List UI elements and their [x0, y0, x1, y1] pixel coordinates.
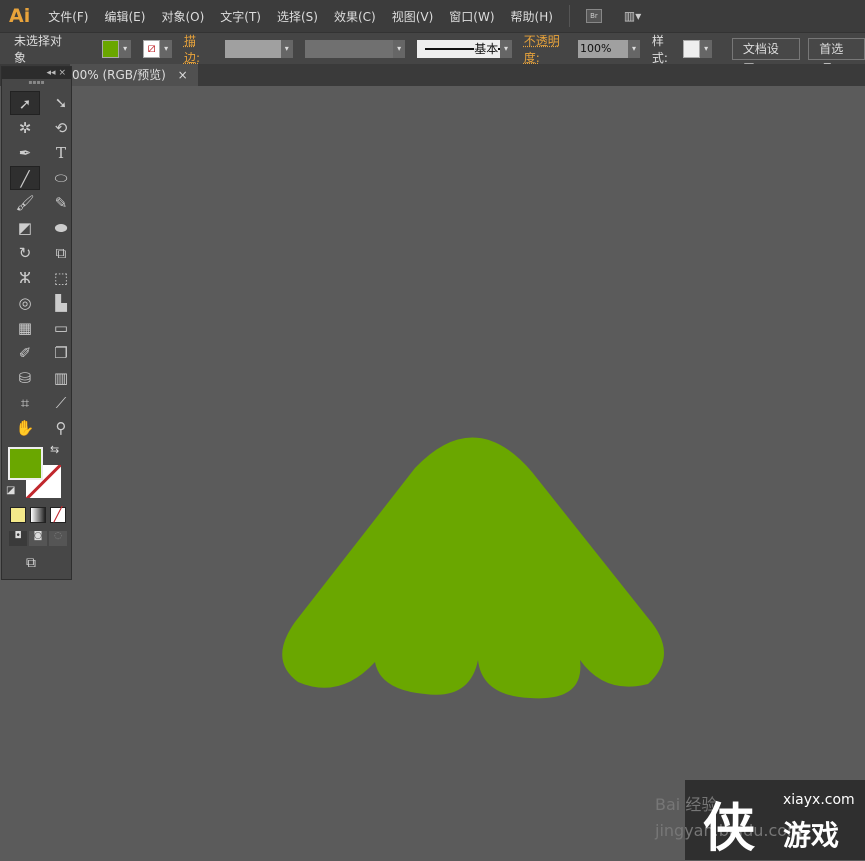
- perspective-grid-tool-icon[interactable]: ▙: [46, 291, 76, 315]
- pen-tool-icon[interactable]: ✒: [10, 141, 40, 165]
- column-graph-tool-icon[interactable]: ▥: [46, 366, 76, 390]
- slice-tool-icon[interactable]: ⟋: [46, 391, 76, 415]
- scale-tool-icon[interactable]: ⧉: [46, 241, 76, 265]
- ellipse-tool-icon[interactable]: ⬭: [46, 166, 76, 190]
- hand-tool-icon[interactable]: ✋: [10, 416, 40, 440]
- blend-tool-icon[interactable]: ❐: [46, 341, 76, 365]
- free-transform-tool-icon[interactable]: ⬚: [46, 266, 76, 290]
- menu-bar: Ai 文件(F) 编辑(E) 对象(O) 文字(T) 选择(S) 效果(C) 视…: [0, 0, 865, 32]
- draw-inside-icon[interactable]: ◌: [49, 531, 67, 546]
- workspace-layout-icon[interactable]: ▥▾: [624, 9, 641, 23]
- paintbrush-tool-icon[interactable]: 🖌: [10, 191, 40, 215]
- draw-normal-icon[interactable]: ◘: [9, 531, 27, 546]
- warp-tool-icon[interactable]: ⵣ: [10, 266, 40, 290]
- symbol-sprayer-tool-icon[interactable]: ⛁: [10, 366, 40, 390]
- close-panel-icon[interactable]: ×: [58, 68, 66, 78]
- artboard-tool-icon[interactable]: ⌗: [10, 391, 40, 415]
- divider: [568, 5, 570, 27]
- menu-window[interactable]: 窗口(W): [449, 8, 494, 25]
- style-swatch[interactable]: [682, 39, 701, 58]
- default-colors-icon[interactable]: ◪: [6, 485, 15, 496]
- color-mode-button[interactable]: [10, 507, 26, 523]
- selection-tool-icon[interactable]: ➚: [10, 91, 40, 115]
- app-logo: Ai: [9, 5, 31, 27]
- blob-brush-tool-icon[interactable]: ◩: [10, 216, 40, 240]
- stroke-swatch[interactable]: ⧄: [142, 39, 161, 58]
- gradient-mode-button[interactable]: [30, 507, 46, 523]
- style-dropdown[interactable]: ▾: [700, 39, 712, 58]
- direct-selection-tool-icon[interactable]: ➘: [46, 91, 76, 115]
- document-setup-button[interactable]: 文档设置: [731, 37, 801, 76]
- stroke-weight-dropdown[interactable]: ▾: [280, 39, 293, 58]
- document-tab-bar: 00% (RGB/预览) ×: [0, 64, 865, 86]
- rotate-tool-icon[interactable]: ↻: [10, 241, 40, 265]
- bridge-button[interactable]: Br: [585, 9, 602, 23]
- draw-behind-icon[interactable]: ◙: [29, 531, 47, 546]
- tools-panel-header[interactable]: ◂◂ ×: [2, 67, 71, 79]
- close-tab-icon[interactable]: ×: [178, 68, 188, 82]
- opacity-input[interactable]: 100%: [578, 39, 629, 58]
- lasso-tool-icon[interactable]: ⟲: [46, 116, 76, 140]
- line-tool-icon[interactable]: ╱: [10, 166, 40, 190]
- variable-width-select[interactable]: [304, 39, 394, 58]
- document-tab-title: 00% (RGB/预览): [72, 68, 166, 82]
- screen-mode-icon[interactable]: ⧉: [26, 555, 36, 571]
- opacity-label[interactable]: 不透明度:: [524, 32, 574, 66]
- brush-select[interactable]: 基本: [416, 39, 501, 58]
- zoom-tool-icon[interactable]: ⚲: [46, 416, 76, 440]
- menu-object[interactable]: 对象(O): [161, 8, 204, 25]
- fill-dropdown[interactable]: ▾: [119, 39, 131, 58]
- menu-effect[interactable]: 效果(C): [334, 8, 376, 25]
- menu-edit[interactable]: 编辑(E): [105, 8, 146, 25]
- selection-status: 未选择对象: [14, 33, 63, 65]
- style-label: 样式:: [651, 33, 668, 65]
- watermark-site: xiayx.com: [783, 792, 855, 808]
- stroke-dropdown[interactable]: ▾: [160, 39, 172, 58]
- eraser-tool-icon[interactable]: ⬬: [46, 216, 76, 240]
- preferences-button[interactable]: 首选项: [808, 37, 865, 76]
- grip-icon[interactable]: ▪▪▪▪: [2, 79, 71, 87]
- fill-box-front: [8, 447, 43, 480]
- stroke-weight-input[interactable]: [225, 39, 281, 58]
- menu-help[interactable]: 帮助(H): [511, 8, 553, 25]
- mesh-tool-icon[interactable]: ▦: [10, 316, 40, 340]
- tools-panel: ◂◂ × ▪▪▪▪ ➚ ➘ ✲ ⟲ ✒ T ╱ ⬭ 🖌 ✎ ◩ ⬬ ↻ ⧉ ⵣ ⬚ ◎ ▙ ▦ ▭ …: [1, 66, 72, 580]
- gradient-tool-icon[interactable]: ▭: [46, 316, 76, 340]
- pencil-tool-icon[interactable]: ✎: [46, 191, 76, 215]
- fill-swatch[interactable]: [101, 39, 120, 58]
- canvas[interactable]: [0, 86, 865, 860]
- control-bar: 未选择对象 ▾ ⧄ ▾ 描边: ▾ ▾ 基本 ▾ 不透明度: 100% ▾ 样式: ▾…: [0, 32, 865, 76]
- opacity-dropdown[interactable]: ▾: [628, 39, 640, 58]
- shape-builder-tool-icon[interactable]: ◎: [10, 291, 40, 315]
- document-tab[interactable]: 00% (RGB/预览) ×: [70, 64, 198, 86]
- brush-profile-label: 基本: [474, 41, 499, 56]
- magic-wand-tool-icon[interactable]: ✲: [10, 116, 40, 140]
- menu-view[interactable]: 视图(V): [392, 8, 434, 25]
- mountain-shape[interactable]: [282, 437, 664, 699]
- menu-type[interactable]: 文字(T): [220, 8, 261, 25]
- none-mode-button[interactable]: ╱: [50, 507, 66, 523]
- swap-colors-icon[interactable]: ⇆: [50, 443, 59, 456]
- collapse-icon[interactable]: ◂◂: [47, 68, 56, 78]
- menu-file[interactable]: 文件(F): [48, 8, 88, 25]
- watermark: Bai 经验 jingyan.baidu.com 侠 xiayx.com 游戏: [655, 780, 865, 860]
- type-tool-icon[interactable]: T: [46, 141, 76, 165]
- watermark-logo-icon: 侠: [703, 799, 756, 859]
- stroke-label[interactable]: 描边:: [184, 32, 211, 66]
- menu-select[interactable]: 选择(S): [277, 8, 318, 25]
- brush-dropdown[interactable]: ▾: [500, 39, 512, 58]
- eyedropper-tool-icon[interactable]: ✐: [10, 341, 40, 365]
- watermark-name: 游戏: [783, 819, 840, 852]
- variable-width-dropdown[interactable]: ▾: [393, 39, 405, 58]
